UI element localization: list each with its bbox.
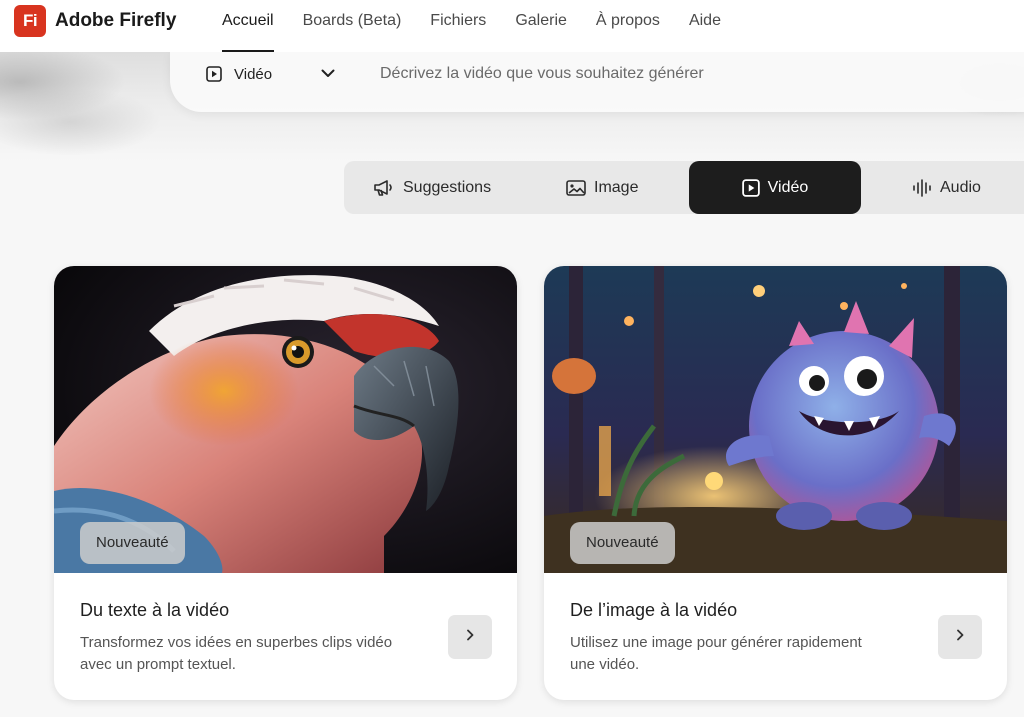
card-open-button[interactable] (938, 615, 982, 659)
brand[interactable]: Fi Adobe Firefly (14, 5, 176, 37)
chevron-down-icon[interactable] (320, 65, 336, 86)
tab-video[interactable]: Vidéo (689, 161, 861, 214)
card-open-button[interactable] (448, 615, 492, 659)
nav-item-aide[interactable]: Aide (689, 0, 721, 52)
card-description: Transformez vos idées en superbes clips … (80, 634, 393, 673)
card-title: Du texte à la vidéo (80, 600, 230, 620)
monster-illustration: Nouveauté (544, 266, 1007, 573)
badge-new: Nouveauté (80, 522, 185, 564)
card-image-to-video[interactable]: Nouveauté De l’image à la vidéo Utilisez… (544, 266, 1007, 700)
top-navigation-bar: Fi Adobe Firefly Accueil Boards (Beta) F… (0, 0, 1024, 52)
play-square-icon (206, 66, 222, 82)
tab-suggestions[interactable]: Suggestions (373, 161, 491, 214)
tab-audio-label: Audio (940, 178, 981, 196)
image-icon (566, 179, 586, 197)
tab-suggestions-label: Suggestions (403, 178, 492, 196)
waveform-icon (912, 178, 932, 198)
firefly-logo-icon: Fi (14, 5, 46, 37)
parrot-illustration: Nouveauté (54, 266, 517, 573)
prompt-input[interactable] (380, 60, 980, 88)
chevron-right-icon (954, 628, 966, 647)
nav-item-a-propos[interactable]: À propos (596, 0, 660, 52)
main-nav: Accueil Boards (Beta) Fichiers Galerie À… (222, 0, 750, 52)
megaphone-icon (373, 178, 395, 198)
media-type-select[interactable]: Vidéo (206, 60, 272, 88)
tab-audio[interactable]: Audio (912, 161, 981, 214)
media-type-label: Vidéo (234, 65, 273, 83)
nav-item-accueil[interactable]: Accueil (222, 0, 274, 52)
nav-item-fichiers[interactable]: Fichiers (430, 0, 486, 52)
badge-new: Nouveauté (570, 522, 675, 564)
brand-name: Adobe Firefly (55, 10, 177, 31)
tab-image[interactable]: Image (566, 161, 638, 214)
chevron-right-icon (464, 628, 476, 647)
card-text-to-video[interactable]: Nouveauté Du texte à la vidéo Transforme… (54, 266, 517, 700)
card-description: Utilisez une image pour générer rapideme… (570, 634, 862, 673)
play-square-icon (741, 178, 760, 197)
nav-item-galerie[interactable]: Galerie (515, 0, 567, 52)
card-title: De l’image à la vidéo (570, 600, 738, 620)
nav-item-boards[interactable]: Boards (Beta) (303, 0, 402, 52)
tab-image-label: Image (594, 178, 639, 196)
media-tabs: Suggestions Image Vidéo Audio (344, 161, 1024, 214)
tab-video-label: Vidéo (767, 178, 809, 196)
